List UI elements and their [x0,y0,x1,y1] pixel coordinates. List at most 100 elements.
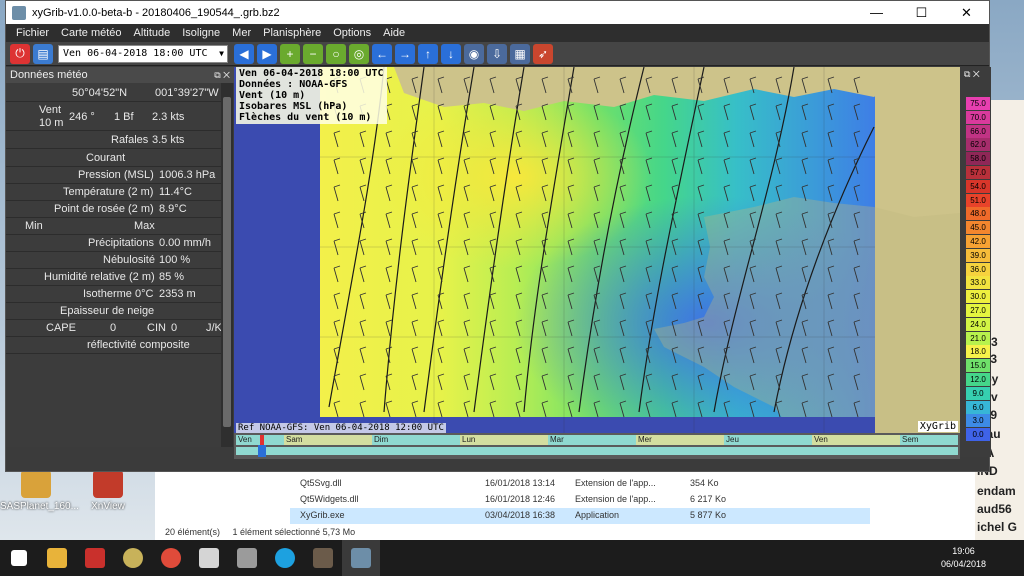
panel-header: Données météo ⧉ ✕ [6,67,234,83]
current-label: Courant [86,152,126,164]
pan-down-icon[interactable]: ↓ [441,43,461,64]
chrome-icon [161,548,181,568]
file-row[interactable]: Qt5Widgets.dll 16/01/2018 12:46 Extensio… [290,492,870,508]
row-pressure: Pression (MSL) 1006.3 hPa [6,167,221,184]
status-count: 20 élément(s) [165,527,221,537]
zoom-in-icon[interactable]: + [280,43,300,64]
skype-icon [275,548,295,568]
peek-text: endam [977,484,1016,498]
xygrib-window: xyGrib-v1.0.0-beta-b - 20180406_190544_.… [5,0,991,472]
chevron-down-icon: ▼ [219,48,224,58]
pan-left-icon[interactable]: ← [372,43,392,64]
snow-depth-label: Epaisseur de neige [60,305,155,317]
previous-date-icon[interactable]: ◀ [234,43,254,64]
desktop-icon-sasplanet[interactable]: SASPlanet_160... [0,470,79,512]
menu-isoligne[interactable]: Isoligne [176,27,226,39]
cin-value: 0 [171,322,178,334]
download-globe-icon[interactable]: ◉ [464,43,484,64]
window-title: xyGrib-v1.0.0-beta-b - 20180406_190544_.… [32,6,280,19]
timeline-day[interactable]: Lun [460,435,548,445]
taskbar-app-heart[interactable] [76,540,114,576]
scrollbar-thumb[interactable] [223,97,231,427]
panel-scrollbar[interactable] [221,83,233,447]
file-row[interactable]: Qt5Svg.dll 16/01/2018 13:14 Extension de… [290,476,870,492]
pan-right-icon[interactable]: → [395,43,415,64]
minimize-button[interactable]: — [854,1,899,24]
menu-altitude[interactable]: Altitude [128,27,177,39]
desktop-icon-label: XnView [91,501,125,512]
menu-aide[interactable]: Aide [377,27,411,39]
taskbar-app-globe[interactable] [114,540,152,576]
longitude-value: 001°39'27"W [155,87,219,99]
taskbar-xygrib[interactable] [342,540,380,576]
map-info-arrows: Flèches du vent (10 m) [239,112,372,123]
maximize-button[interactable]: ☐ [899,1,944,24]
cloud-cover-value: 100 % [159,254,191,266]
timeline-day[interactable]: Mer [636,435,724,445]
status-selected: 1 élément sélectionné 5,73 Mo [232,527,356,537]
freezing-level-label: Isotherme 0°C [83,288,154,300]
scale-entry: 45.0 [966,221,990,235]
scale-entry: 54.0 [966,179,990,193]
taskbar-explorer[interactable] [38,540,76,576]
start-button[interactable] [0,540,38,576]
toolbar: ⏻ ▤ Ven 06-04-2018 18:00 UTC ▼ ◀ ▶ + − ○… [6,42,989,66]
download-server-icon[interactable]: ⇩ [487,43,507,64]
scale-entry: 21.0 [966,331,990,345]
timeline-track[interactable] [236,447,958,455]
scale-entry: 70.0 [966,110,990,124]
weather-data-panel: Données météo ⧉ ✕ 50°04'52"N 001°39'27"W… [6,67,234,447]
menu-planisphere[interactable]: Planisphère [257,27,327,39]
cloud-cover-label: Nébulosité [103,254,155,266]
taskbar-app-notes[interactable] [228,540,266,576]
open-folder-icon[interactable]: ▤ [33,43,53,64]
menu-mer[interactable]: Mer [226,27,257,39]
file-row-selected[interactable]: XyGrib.exe 03/04/2018 16:38 Application … [290,508,870,524]
zoom-all-icon[interactable]: ◎ [349,43,369,64]
taskbar-app-images[interactable] [190,540,228,576]
desktop-icon-xnview[interactable]: XnView [72,470,144,512]
close-button[interactable]: ✕ [944,1,989,24]
file-name: XyGrib.exe [300,510,345,520]
menu-carte-meteo[interactable]: Carte météo [55,27,128,39]
system-clock[interactable]: 19:06 06/04/2018 [941,545,986,571]
panel-float-close-icon[interactable]: ⧉ ✕ [214,67,230,83]
menu-fichier[interactable]: Fichier [10,27,55,39]
timeline-day[interactable]: Dim [372,435,460,445]
folder-icon [47,548,67,568]
taskbar-skype[interactable] [266,540,304,576]
taskbar-chrome[interactable] [152,540,190,576]
pan-up-icon[interactable]: ↑ [418,43,438,64]
scale-entry: 9.0 [966,386,990,400]
humidity-label: Humidité relative (2 m) [44,271,155,283]
wind-height-label: 10 m [39,117,64,129]
row-snow: Epaisseur de neige [6,303,221,320]
time-slider[interactable]: Ven Sam Dim Lun Mar Mer Jeu Ven Sem [234,433,960,459]
timeline-handle[interactable] [258,445,266,457]
next-date-icon[interactable]: ▶ [257,43,277,64]
zoom-area-icon[interactable]: ○ [326,43,346,64]
row-position: 50°04'52"N 001°39'27"W [6,85,221,102]
file-date: 16/01/2018 13:14 [485,478,556,488]
scale-float-close-icon[interactable]: ⧉ ✕ [964,69,980,80]
taskbar-app-photo[interactable] [304,540,342,576]
power-quit-icon[interactable]: ⏻ [10,43,30,64]
timeline-day[interactable]: Mar [548,435,636,445]
title-bar[interactable]: xyGrib-v1.0.0-beta-b - 20180406_190544_.… [6,1,989,24]
weather-map[interactable]: Ven 06-04-2018 18:00 UTC Données : NOAA-… [234,67,960,433]
file-explorer-window: Qt5Svg.dll 16/01/2018 13:14 Extension de… [155,470,975,540]
wind-beaufort-value: 1 Bf [114,111,134,123]
meteotable-icon[interactable]: ▦ [510,43,530,64]
zoom-out-icon[interactable]: − [303,43,323,64]
date-selector[interactable]: Ven 06-04-2018 18:00 UTC ▼ [58,44,228,63]
wind-direction-value: 246 ° [69,111,95,123]
menu-options[interactable]: Options [327,27,377,39]
timeline-day[interactable]: Jeu [724,435,812,445]
row-cloud-cover: Nébulosité 100 % [6,252,221,269]
timeline-day[interactable]: Ven [812,435,900,445]
timeline-day[interactable]: Sam [284,435,372,445]
rocket-icon[interactable]: ➶ [533,43,553,64]
scale-entry: 57.0 [966,166,990,179]
row-current: Courant [6,150,221,167]
timeline-day[interactable]: Sem [900,435,958,445]
